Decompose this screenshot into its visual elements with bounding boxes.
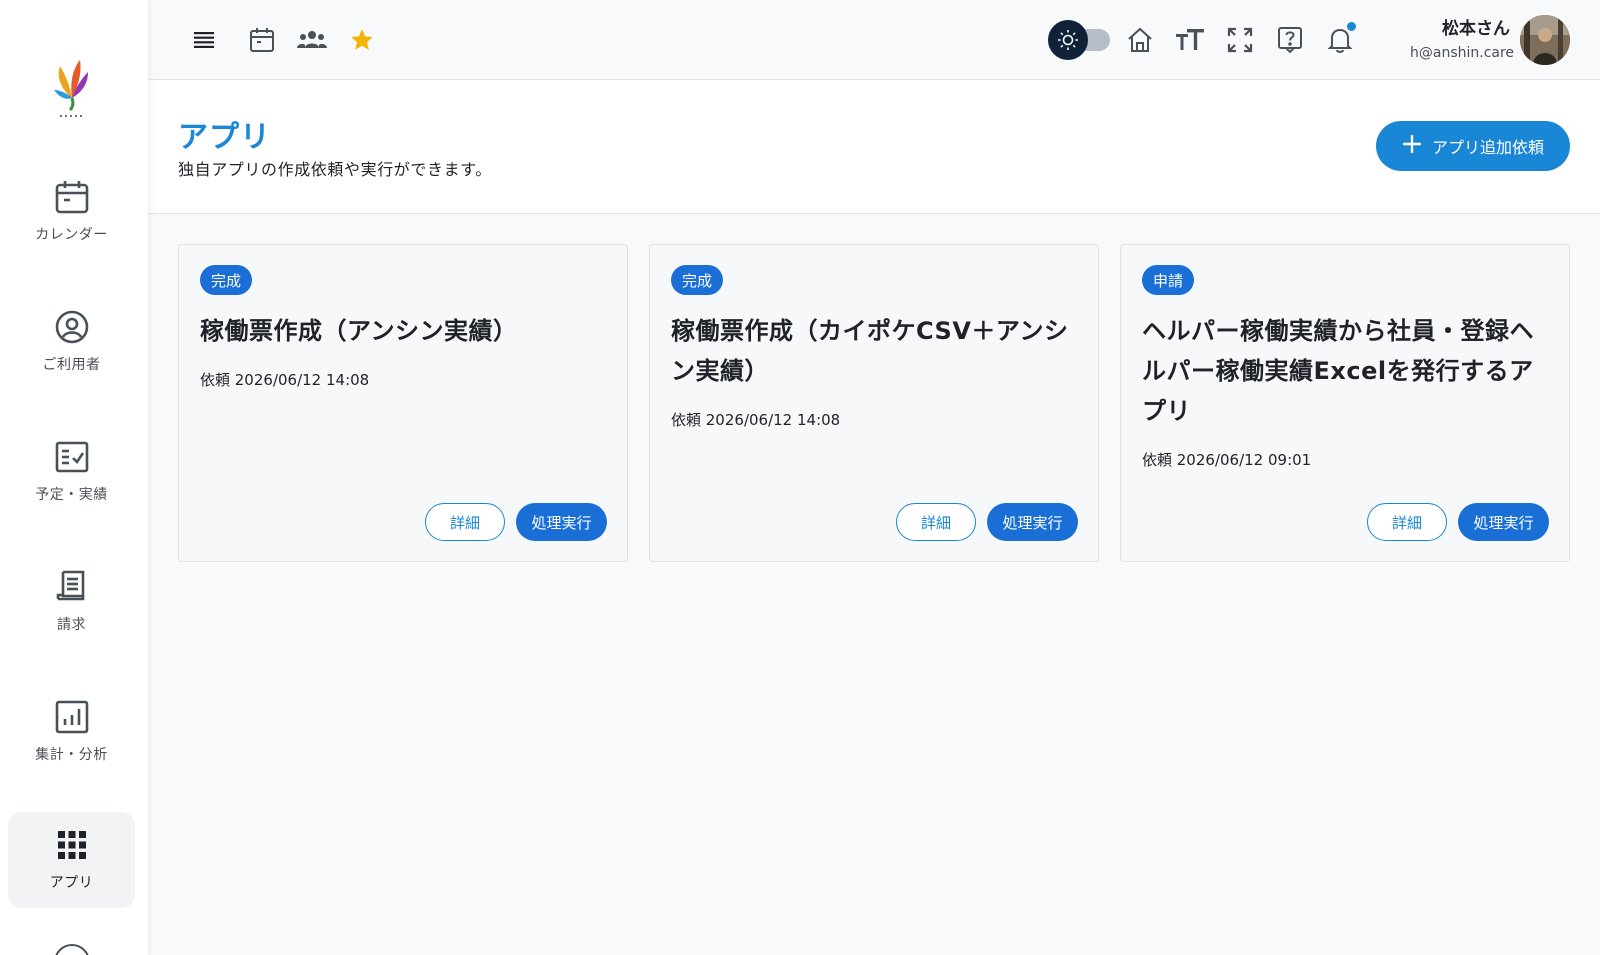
sidebar: カレンダー ご利用者 予定・実績 請求 集計・分析 アプリ [0,0,148,955]
sidebar-item-apps[interactable]: アプリ [8,812,135,908]
detail-button[interactable]: 詳細 [896,503,976,541]
sidebar-item-label: 集計・分析 [35,747,108,763]
menu-icon[interactable] [186,22,222,58]
card-request-date: 依頼 2026/06/12 09:01 [1142,451,1312,469]
user-circle-icon [53,308,91,346]
user-email: h@anshin.care [1410,45,1515,61]
help-icon[interactable] [1272,22,1308,58]
card-title: 稼働票作成（アンシン実績） [200,317,518,345]
sun-icon [1048,20,1088,60]
card-request-date: 依頼 2026/06/12 14:08 [671,411,841,429]
app-card: 申請 ヘルパー稼働実績から社員・登録ヘルパー稼働実績Excelを発行するアプリ … [1120,244,1570,562]
user-info[interactable]: 松本さん h@anshin.care [1410,14,1515,61]
sidebar-item-schedule[interactable]: 予定・実績 [8,424,135,520]
detail-button[interactable]: 詳細 [425,503,505,541]
user-name: 松本さん [1442,19,1510,39]
sidebar-item-label: 予定・実績 [35,487,108,503]
home-icon[interactable] [1122,22,1158,58]
checklist-icon [53,438,91,476]
notification-dot [1347,22,1356,31]
avatar[interactable] [1520,15,1570,65]
fullscreen-icon[interactable] [1222,22,1258,58]
star-icon[interactable] [344,22,380,58]
status-badge: 申請 [1142,265,1195,295]
app-card: 完成 稼働票作成（カイポケCSV＋アンシン実績） 依頼 2026/06/12 1… [649,244,1099,562]
sidebar-item-analytics[interactable]: 集計・分析 [8,684,135,780]
status-badge: 完成 [200,265,253,295]
sidebar-item-label: アプリ [49,875,94,891]
card-title: 稼働票作成（カイポケCSV＋アンシン実績） [671,317,1069,385]
run-button[interactable]: 処理実行 [516,503,607,541]
brand-logo[interactable] [44,46,100,120]
apps-grid-icon [53,826,91,864]
add-app-request-label: アプリ追加依頼 [1431,138,1544,157]
group-icon[interactable] [294,22,330,58]
sidebar-item-calendar[interactable]: カレンダー [8,164,135,260]
sidebar-more-icon[interactable] [54,944,90,955]
sidebar-item-label: カレンダー [35,227,108,243]
status-badge: 完成 [671,265,724,295]
card-title: ヘルパー稼働実績から社員・登録ヘルパー稼働実績Excelを発行するアプリ [1142,317,1534,425]
top-header: 松本さん h@anshin.care [148,0,1600,80]
card-request-date: 依頼 2026/06/12 14:08 [200,371,370,389]
calendar-icon[interactable] [244,22,280,58]
plus-icon [1402,134,1422,158]
page-header: アプリ 独自アプリの作成依頼や実行ができます。 アプリ追加依頼 [148,80,1600,214]
run-button[interactable]: 処理実行 [1458,503,1549,541]
sidebar-item-label: 請求 [57,617,86,633]
page-subtitle: 独自アプリの作成依頼や実行ができます。 [178,160,492,179]
bar-chart-icon [53,698,91,736]
bell-icon[interactable] [1322,22,1358,58]
run-button[interactable]: 処理実行 [987,503,1078,541]
calendar-icon [53,178,91,216]
app-card: 完成 稼働票作成（アンシン実績） 依頼 2026/06/12 14:08 詳細 … [178,244,628,562]
add-app-request-button[interactable]: アプリ追加依頼 [1376,121,1570,171]
theme-toggle[interactable] [1048,20,1110,60]
font-size-icon[interactable] [1172,22,1208,58]
receipt-icon [53,568,91,606]
page-title: アプリ [178,120,271,155]
detail-button[interactable]: 詳細 [1367,503,1447,541]
sidebar-item-label: ご利用者 [42,357,101,373]
sidebar-item-users[interactable]: ご利用者 [8,294,135,390]
sidebar-item-billing[interactable]: 請求 [8,554,135,650]
